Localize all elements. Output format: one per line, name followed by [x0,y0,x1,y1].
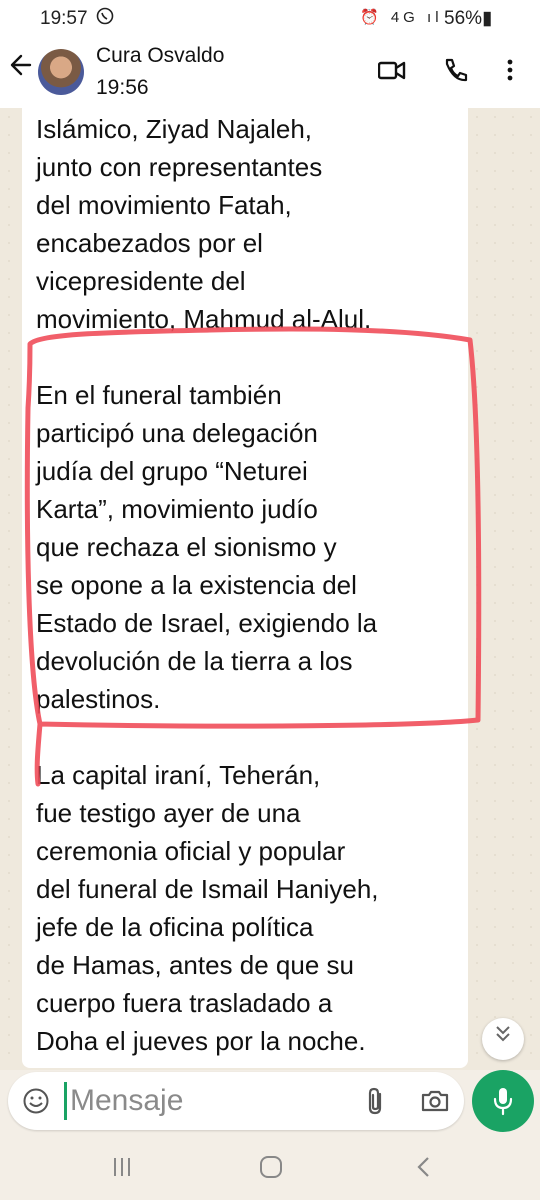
red-highlight-annotation [24,326,482,787]
system-nav-bar [0,1136,540,1200]
status-time: 19:57 [40,8,88,29]
status-bar: 19:57 ⏰ 4G ıl 56%▮ [0,0,540,36]
chat-area[interactable]: Islámico, Ziyad Najaleh, junto con repres… [0,108,540,1070]
whatsapp-icon [96,7,114,30]
mic-icon [491,1085,515,1117]
more-options-icon[interactable] [500,54,520,86]
message-composer [8,1072,464,1130]
avatar[interactable] [38,49,84,95]
contact-name[interactable]: Cura Osvaldo [96,44,224,68]
text-cursor [64,1082,67,1120]
status-indicators: ⏰ 4G ıl [360,9,443,26]
voice-message-button[interactable] [472,1070,534,1132]
home-button[interactable] [258,1154,284,1185]
attach-icon[interactable] [364,1086,388,1116]
battery-status: 56%▮ [444,8,493,29]
camera-icon[interactable] [420,1086,450,1116]
chat-header: Cura Osvaldo 19:56 [0,36,540,108]
voice-call-icon[interactable] [442,54,470,86]
contact-status: 19:56 [96,76,149,99]
recents-button[interactable] [110,1154,134,1185]
double-chevron-down-icon [494,1026,512,1049]
message-input[interactable] [70,1080,340,1122]
scroll-down-button[interactable] [482,1018,524,1060]
video-call-icon[interactable] [377,54,406,86]
back-arrow-icon[interactable] [8,52,34,86]
emoji-icon[interactable] [22,1087,50,1115]
back-button[interactable] [414,1154,434,1185]
